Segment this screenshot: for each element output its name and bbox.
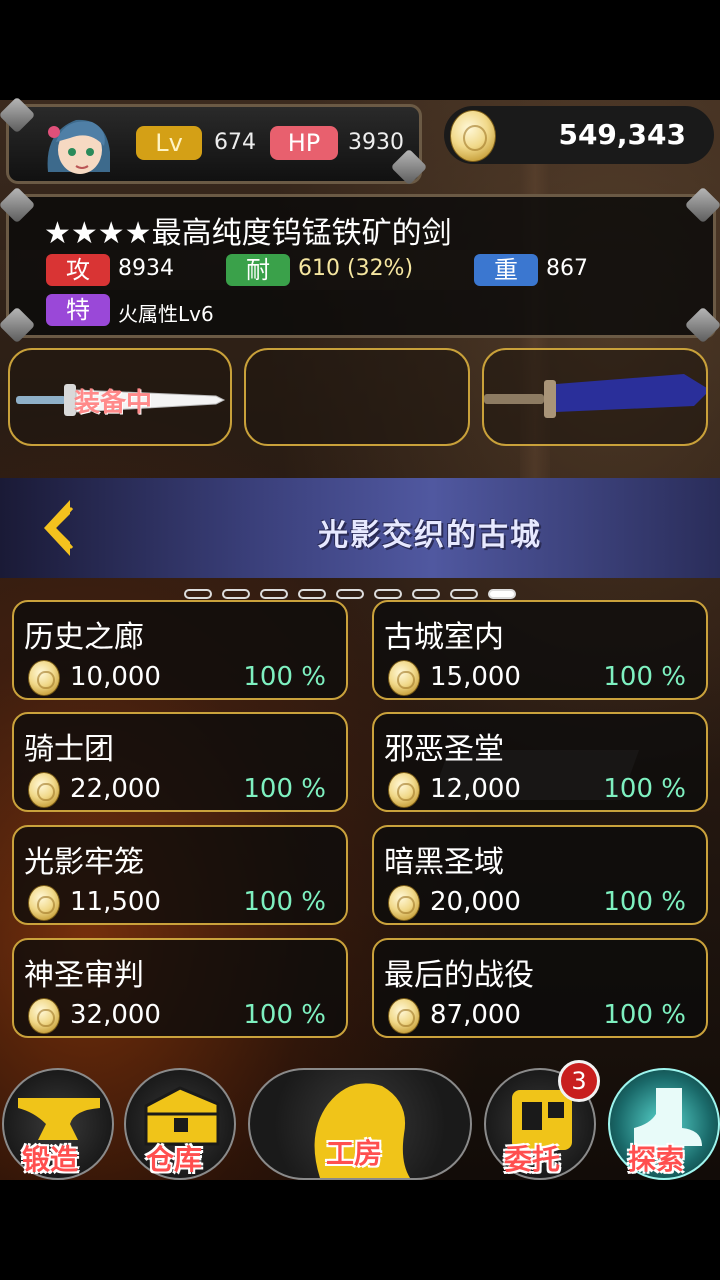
page-dot[interactable]: [222, 589, 250, 599]
gold-coin-icon: [388, 885, 420, 921]
attack-value: 8934: [118, 256, 174, 281]
stage-cost: 10,000: [70, 662, 161, 692]
stage-name: 最后的战役: [384, 958, 534, 993]
stage-progress: 100 %: [243, 774, 326, 804]
stage-progress: 100 %: [243, 1000, 326, 1030]
gold-coin-icon: [450, 110, 496, 162]
stage-name: 神圣审判: [24, 958, 144, 993]
stage-cost: 32,000: [70, 1000, 161, 1030]
stage-progress: 100 %: [603, 1000, 686, 1030]
gold-coin-icon: [28, 660, 60, 696]
special-label: 特: [46, 294, 110, 326]
stage-card[interactable]: 邪恶圣堂 12,000 100 %: [372, 712, 708, 812]
level-value: 674: [214, 130, 256, 155]
page-dot[interactable]: [412, 589, 440, 599]
stage-progress: 100 %: [243, 887, 326, 917]
player-avatar[interactable]: [40, 112, 116, 178]
stage-name: 古城室内: [384, 620, 504, 655]
stage-card[interactable]: 古城室内 15,000 100 %: [372, 600, 708, 700]
commission-badge: 3: [558, 1060, 600, 1102]
stage-progress: 100 %: [243, 662, 326, 692]
stage-name: 光影牢笼: [24, 845, 144, 880]
hp-label: HP: [270, 126, 338, 160]
page-dot[interactable]: [260, 589, 288, 599]
level-label: Lv: [136, 126, 202, 160]
special-value: 火属性Lv6: [118, 302, 214, 326]
page-dot[interactable]: [450, 589, 478, 599]
stage-card[interactable]: 骑士团 22,000 100 %: [12, 712, 348, 812]
durability-label: 耐: [226, 254, 290, 286]
forge-label: 锻造: [22, 1143, 79, 1176]
stage-progress: 100 %: [603, 887, 686, 917]
stage-progress: 100 %: [603, 774, 686, 804]
weapon-slot-3[interactable]: [482, 348, 708, 446]
weapon-name: ★★★★最高纯度钨锰铁矿的剑: [44, 216, 452, 251]
equipped-label: 装备中: [74, 388, 153, 418]
commission-label: 委托: [504, 1143, 561, 1176]
weapon-slot-2[interactable]: [244, 348, 470, 446]
gold-coin-icon: [388, 772, 420, 808]
stage-cost: 22,000: [70, 774, 161, 804]
explore-label: 探索: [628, 1143, 685, 1176]
page-dot[interactable]: [374, 589, 402, 599]
stage-name: 骑士团: [24, 732, 114, 767]
workshop-label: 工房: [326, 1137, 383, 1170]
page-dot[interactable]: [184, 589, 212, 599]
page-dot[interactable]: [336, 589, 364, 599]
stage-card[interactable]: 暗黑圣域 20,000 100 %: [372, 825, 708, 925]
chevron-left-icon[interactable]: [40, 498, 74, 558]
stage-cost: 20,000: [430, 887, 521, 917]
gold-coin-icon: [388, 660, 420, 696]
page-dot[interactable]: [298, 589, 326, 599]
gold-coin-icon: [28, 998, 60, 1034]
gold-value: 549,343: [558, 118, 686, 151]
blue-sword-icon: [484, 374, 706, 418]
weight-value: 867: [546, 256, 588, 281]
attack-label: 攻: [46, 254, 110, 286]
stage-card[interactable]: 最后的战役 87,000 100 %: [372, 938, 708, 1038]
page-dot-active[interactable]: [488, 589, 516, 599]
stage-card[interactable]: 神圣审判 32,000 100 %: [12, 938, 348, 1038]
hp-value: 3930: [348, 130, 404, 155]
stage-progress: 100 %: [603, 662, 686, 692]
stage-name: 历史之廊: [24, 620, 144, 655]
gold-coin-icon: [388, 998, 420, 1034]
stage-cost: 87,000: [430, 1000, 521, 1030]
durability-value: 610 (32%): [298, 256, 414, 281]
gold-coin-icon: [28, 772, 60, 808]
stage-name: 邪恶圣堂: [384, 732, 504, 767]
stage-cost: 15,000: [430, 662, 521, 692]
stage-cost: 12,000: [430, 774, 521, 804]
stage-card[interactable]: 历史之廊 10,000 100 %: [12, 600, 348, 700]
stage-name: 暗黑圣域: [384, 845, 504, 880]
gold-coin-icon: [28, 885, 60, 921]
warehouse-label: 仓库: [146, 1143, 203, 1176]
stage-cost: 11,500: [70, 887, 161, 917]
area-title: 光影交织的古城: [318, 518, 542, 553]
weight-label: 重: [474, 254, 538, 286]
weapon-slot-1[interactable]: 装备中: [8, 348, 232, 446]
stage-card[interactable]: 光影牢笼 11,500 100 %: [12, 825, 348, 925]
